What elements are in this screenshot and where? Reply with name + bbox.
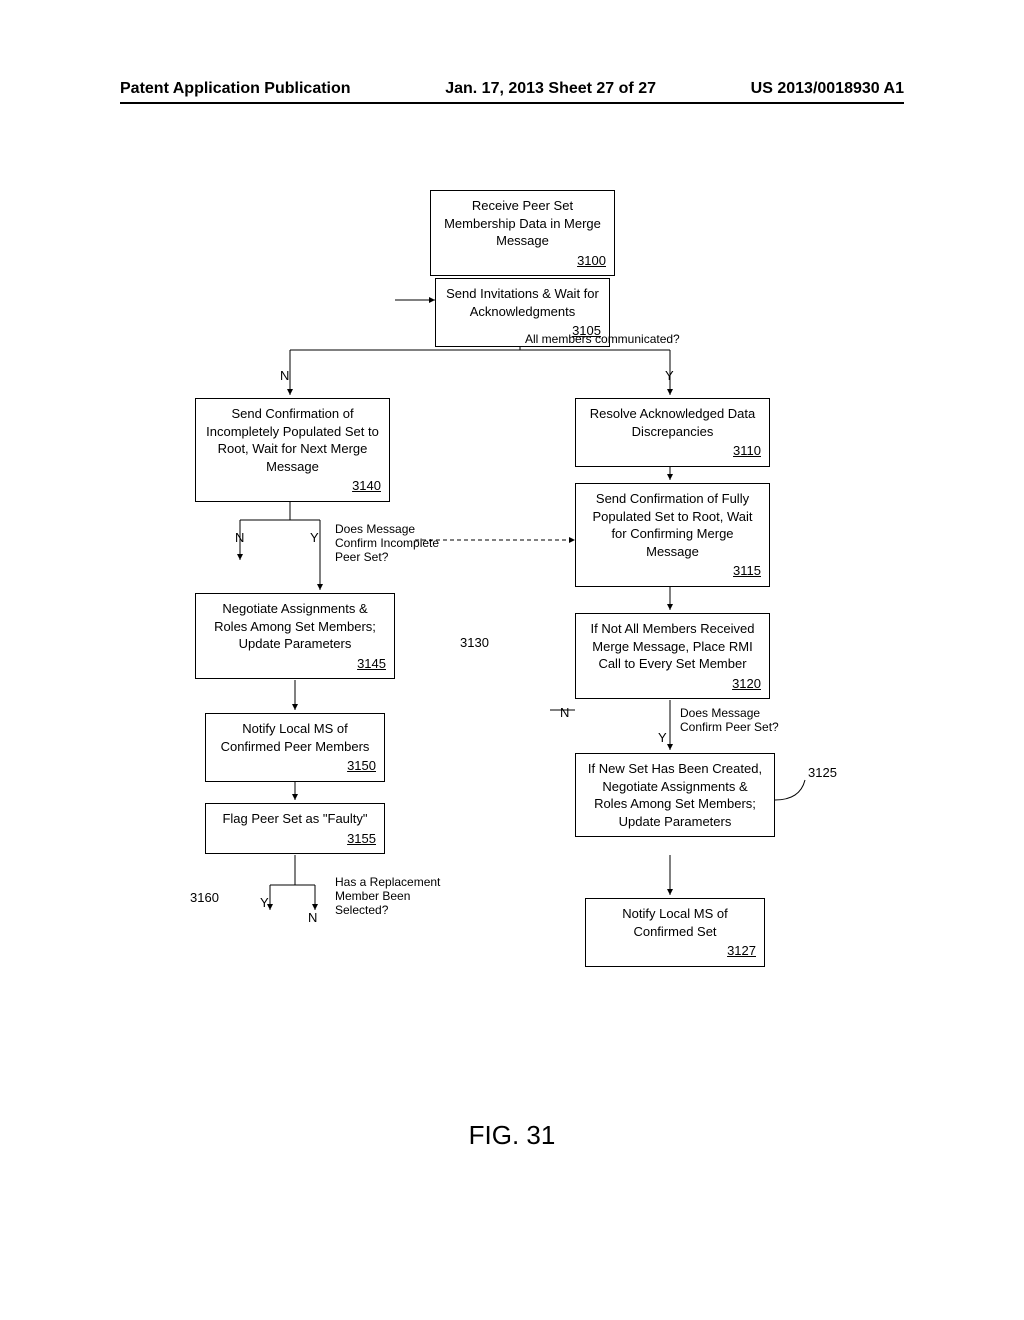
figure-label: FIG. 31 xyxy=(0,1120,1024,1151)
label-confirm-incomplete: Does Message Confirm Incomplete Peer Set… xyxy=(335,522,445,564)
label-y-3: Y xyxy=(658,730,667,745)
box-text: Flag Peer Set as "Faulty" xyxy=(222,811,367,826)
header-right: US 2013/0018930 A1 xyxy=(751,80,904,98)
box-text: If Not All Members Received Merge Messag… xyxy=(590,621,754,671)
ref-3115: 3115 xyxy=(584,562,761,580)
label-y-1: Y xyxy=(665,368,674,383)
ref-3110: 3110 xyxy=(584,442,761,460)
page-header: Patent Application Publication Jan. 17, … xyxy=(0,80,1024,98)
box-text: Notify Local MS of Confirmed Peer Member… xyxy=(221,721,370,754)
header-left: Patent Application Publication xyxy=(120,80,351,98)
ref-3155: 3155 xyxy=(214,830,376,848)
header-center: Jan. 17, 2013 Sheet 27 of 27 xyxy=(445,80,656,98)
box-3150: Notify Local MS of Confirmed Peer Member… xyxy=(205,713,385,782)
box-3110: Resolve Acknowledged Data Discrepancies … xyxy=(575,398,770,467)
box-3125: If New Set Has Been Created, Negotiate A… xyxy=(575,753,775,837)
ref-3100: 3100 xyxy=(439,252,606,270)
box-3115: Send Confirmation of Fully Populated Set… xyxy=(575,483,770,587)
label-all-members: All members communicated? xyxy=(525,332,680,346)
callout-3130: 3130 xyxy=(460,635,489,650)
label-n-1: N xyxy=(280,368,289,383)
box-3120: If Not All Members Received Merge Messag… xyxy=(575,613,770,699)
box-text: Send Confirmation of Fully Populated Set… xyxy=(593,491,753,559)
flowchart-diagram: Receive Peer Set Membership Data in Merg… xyxy=(180,190,860,1090)
callout-3160: 3160 xyxy=(190,890,219,905)
label-y-2: Y xyxy=(310,530,319,545)
label-n-4: N xyxy=(308,910,317,925)
ref-3145: 3145 xyxy=(204,655,386,673)
ref-3127: 3127 xyxy=(594,942,756,960)
callout-3125: 3125 xyxy=(808,765,837,780)
box-text: Receive Peer Set Membership Data in Merg… xyxy=(444,198,601,248)
box-3127: Notify Local MS of Confirmed Set 3127 xyxy=(585,898,765,967)
box-3145: Negotiate Assignments & Roles Among Set … xyxy=(195,593,395,679)
ref-3120: 3120 xyxy=(584,675,761,693)
label-replacement: Has a Replacement Member Been Selected? xyxy=(335,875,455,917)
ref-3140: 3140 xyxy=(204,477,381,495)
label-n-3: N xyxy=(560,705,569,720)
label-n-2: N xyxy=(235,530,244,545)
box-text: Send Invitations & Wait for Acknowledgme… xyxy=(446,286,599,319)
box-text: If New Set Has Been Created, Negotiate A… xyxy=(588,761,762,829)
ref-3150: 3150 xyxy=(214,757,376,775)
box-3155: Flag Peer Set as "Faulty" 3155 xyxy=(205,803,385,854)
box-text: Send Confirmation of Incompletely Popula… xyxy=(206,406,379,474)
label-confirm-peer: Does Message Confirm Peer Set? xyxy=(680,706,790,734)
label-y-4: Y xyxy=(260,895,269,910)
box-text: Resolve Acknowledged Data Discrepancies xyxy=(590,406,756,439)
box-3100: Receive Peer Set Membership Data in Merg… xyxy=(430,190,615,276)
box-3140: Send Confirmation of Incompletely Popula… xyxy=(195,398,390,502)
box-text: Notify Local MS of Confirmed Set xyxy=(622,906,728,939)
header-divider xyxy=(120,102,904,104)
box-text: Negotiate Assignments & Roles Among Set … xyxy=(214,601,376,651)
